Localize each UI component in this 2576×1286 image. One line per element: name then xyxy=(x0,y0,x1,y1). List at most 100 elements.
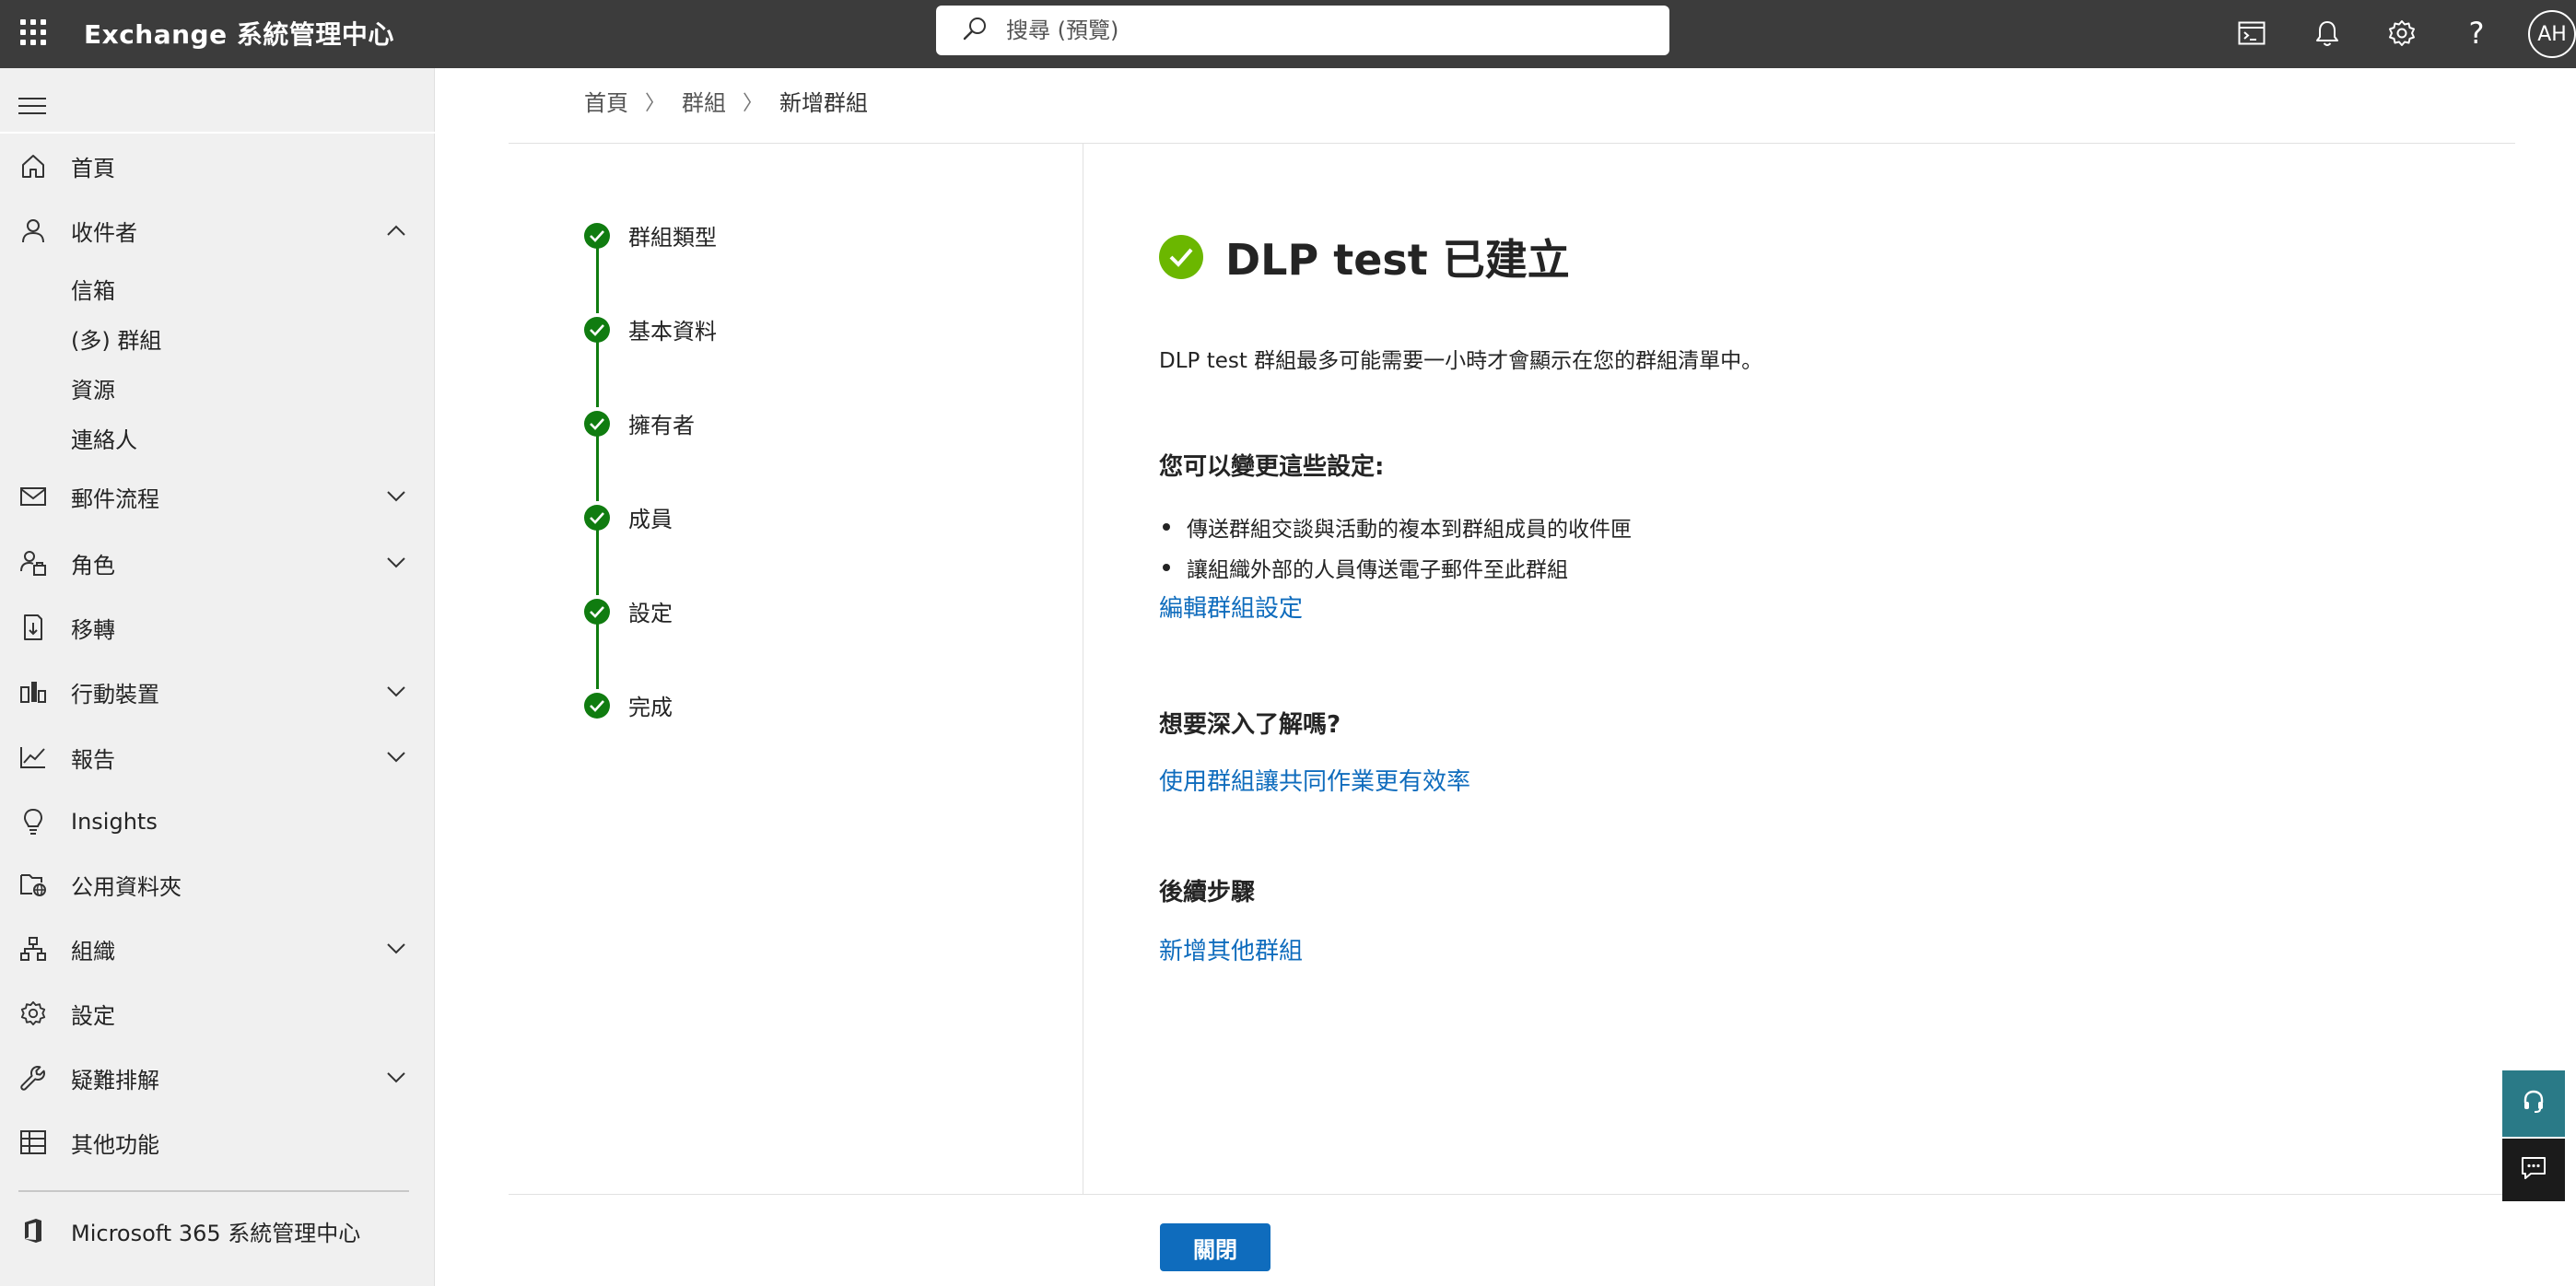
chevron-down-icon[interactable] xyxy=(383,744,409,770)
checkmark-icon xyxy=(584,598,610,625)
sidebar-item-label: 角色 xyxy=(71,552,115,579)
sidebar-item-label: 設定 xyxy=(71,1002,115,1029)
sidebar-subitem-label: 資源 xyxy=(71,377,115,403)
sidebar-item-reports[interactable]: 報告 xyxy=(0,730,435,785)
checkmark-icon xyxy=(584,316,610,343)
breadcrumb-home[interactable]: 首頁 xyxy=(584,85,628,117)
close-button[interactable]: 關閉 xyxy=(1160,1223,1270,1271)
sidebar-item-public-folders[interactable]: 公用資料夾 xyxy=(0,857,435,912)
step-connector xyxy=(596,433,599,501)
wizard-step-settings[interactable]: 設定 xyxy=(584,595,673,627)
sidebar-item-organization[interactable]: 組織 xyxy=(0,921,435,976)
sidebar-item-label: 郵件流程 xyxy=(71,485,159,512)
wizard-step-label: 群組類型 xyxy=(628,225,717,251)
settings-icon[interactable] xyxy=(2382,13,2422,53)
notifications-icon[interactable] xyxy=(2307,13,2348,53)
wizard-step-basics[interactable]: 基本資料 xyxy=(584,313,717,345)
reports-icon xyxy=(18,742,48,772)
checkmark-icon xyxy=(584,222,610,249)
lightbulb-icon xyxy=(18,807,48,836)
checkmark-icon xyxy=(584,504,610,531)
sidebar-item-label: 報告 xyxy=(71,746,115,773)
help-support-button[interactable] xyxy=(2502,1070,2565,1137)
public-folder-icon xyxy=(18,870,48,899)
feedback-button[interactable] xyxy=(2502,1139,2565,1201)
cloud-shell-icon[interactable] xyxy=(2231,13,2272,53)
page-title: DLP test 已建立 xyxy=(1225,235,1570,285)
chevron-up-icon[interactable] xyxy=(383,217,409,243)
sidebar-item-label: Insights xyxy=(71,809,158,835)
sidebar-item-troubleshooting[interactable]: 疑難排解 xyxy=(0,1050,435,1105)
wizard-step-members[interactable]: 成員 xyxy=(584,501,673,533)
add-another-group-link[interactable]: 新增其他群組 xyxy=(1159,932,1303,966)
chat-feedback-icon xyxy=(2520,1155,2547,1185)
wizard-step-finish[interactable]: 完成 xyxy=(584,689,673,721)
search-icon xyxy=(962,16,988,45)
chevron-down-icon[interactable] xyxy=(383,936,409,962)
chevron-down-icon[interactable] xyxy=(383,679,409,705)
app-title[interactable]: Exchange 系統管理中心 xyxy=(84,15,394,52)
waffle-icon[interactable] xyxy=(18,18,48,47)
settings-icon xyxy=(18,999,48,1028)
step-connector xyxy=(596,245,599,313)
sidebar-subitem-groups[interactable]: (多) 群組 xyxy=(0,314,435,362)
hamburger-menu-icon[interactable] xyxy=(18,92,48,118)
edit-group-settings-link[interactable]: 編輯群組設定 xyxy=(1159,590,1303,624)
chevron-down-icon[interactable] xyxy=(383,484,409,509)
sidebar: 首頁 收件者 信箱 (多) 群組 資源 連絡人 郵件流程 角色 移轉 行動裝置 … xyxy=(0,68,435,1286)
wizard-step-owners[interactable]: 擁有者 xyxy=(584,407,695,439)
sidebar-item-roles[interactable]: 角色 xyxy=(0,535,435,590)
groups-collaboration-link[interactable]: 使用群組讓共同作業更有效率 xyxy=(1159,763,1470,797)
help-icon[interactable]: ? xyxy=(2456,13,2497,53)
sidebar-item-label: 組織 xyxy=(71,938,115,964)
sidebar-item-recipients[interactable]: 收件者 xyxy=(0,203,435,258)
sidebar-divider xyxy=(0,132,435,134)
sidebar-item-mobile[interactable]: 行動裝置 xyxy=(0,664,435,719)
search-input[interactable] xyxy=(1006,18,1633,43)
sidebar-item-label: 行動裝置 xyxy=(71,681,159,707)
step-connector xyxy=(596,621,599,689)
sidebar-subitem-resources[interactable]: 資源 xyxy=(0,364,435,412)
sidebar-subitem-label: 連絡人 xyxy=(71,427,137,453)
sidebar-item-migration[interactable]: 移轉 xyxy=(0,600,435,655)
sidebar-item-label: 首頁 xyxy=(71,155,115,181)
chevron-right-icon: 〉 xyxy=(743,91,764,115)
mail-icon xyxy=(18,482,48,511)
wizard-step-label: 設定 xyxy=(628,601,673,626)
sidebar-item-label: 疑難排解 xyxy=(71,1067,159,1093)
sidebar-item-settings[interactable]: 設定 xyxy=(0,986,435,1041)
list-item: 讓組織外部的人員傳送電子郵件至此群組 xyxy=(1159,547,1632,588)
sidebar-item-insights[interactable]: Insights xyxy=(0,794,435,849)
step-connector xyxy=(596,339,599,407)
table-icon xyxy=(18,1128,48,1157)
organization-icon xyxy=(18,934,48,964)
search-box[interactable] xyxy=(936,6,1669,55)
settings-heading: 您可以變更這些設定: xyxy=(1159,453,1385,481)
breadcrumb-groups[interactable]: 群組 xyxy=(682,85,726,117)
settings-list: 傳送群組交談與活動的複本到群組成員的收件匣 讓組織外部的人員傳送電子郵件至此群組 xyxy=(1159,507,1632,588)
sidebar-item-other-features[interactable]: 其他功能 xyxy=(0,1115,435,1170)
sidebar-item-mail-flow[interactable]: 郵件流程 xyxy=(0,469,435,524)
chevron-down-icon[interactable] xyxy=(383,1065,409,1091)
main-content: DLP test 已建立 DLP test 群組最多可能需要一小時才會顯示在您的… xyxy=(1083,144,2515,1194)
breadcrumb-new-group: 新增群組 xyxy=(779,90,869,116)
sidebar-item-m365-admin-center[interactable]: Microsoft 365 系統管理中心 xyxy=(0,1203,435,1258)
sidebar-subitem-contacts[interactable]: 連絡人 xyxy=(0,414,435,462)
breadcrumb: 首頁 〉 群組 〉 新增群組 xyxy=(584,85,868,117)
sidebar-subitem-label: (多) 群組 xyxy=(71,327,162,354)
avatar[interactable]: AH xyxy=(2528,10,2576,58)
sidebar-item-label: 公用資料夾 xyxy=(71,873,181,900)
home-icon xyxy=(18,151,48,181)
wizard-step-label: 擁有者 xyxy=(628,413,695,438)
headset-icon xyxy=(2522,1089,2546,1118)
chevron-down-icon[interactable] xyxy=(383,550,409,576)
footer-divider xyxy=(509,1194,2515,1195)
checkmark-icon xyxy=(584,410,610,437)
sidebar-item-home[interactable]: 首頁 xyxy=(0,138,435,193)
wizard-step-group-type[interactable]: 群組類型 xyxy=(584,219,717,251)
learn-more-heading: 想要深入了解嗎? xyxy=(1159,711,1341,739)
wizard-steps: 群組類型 基本資料 擁有者 成員 設定 完成 xyxy=(509,144,1083,1194)
sidebar-item-label: Microsoft 365 系統管理中心 xyxy=(71,1220,361,1246)
top-bar: Exchange 系統管理中心 ? AH xyxy=(0,0,2576,68)
sidebar-subitem-mailboxes[interactable]: 信箱 xyxy=(0,264,435,312)
